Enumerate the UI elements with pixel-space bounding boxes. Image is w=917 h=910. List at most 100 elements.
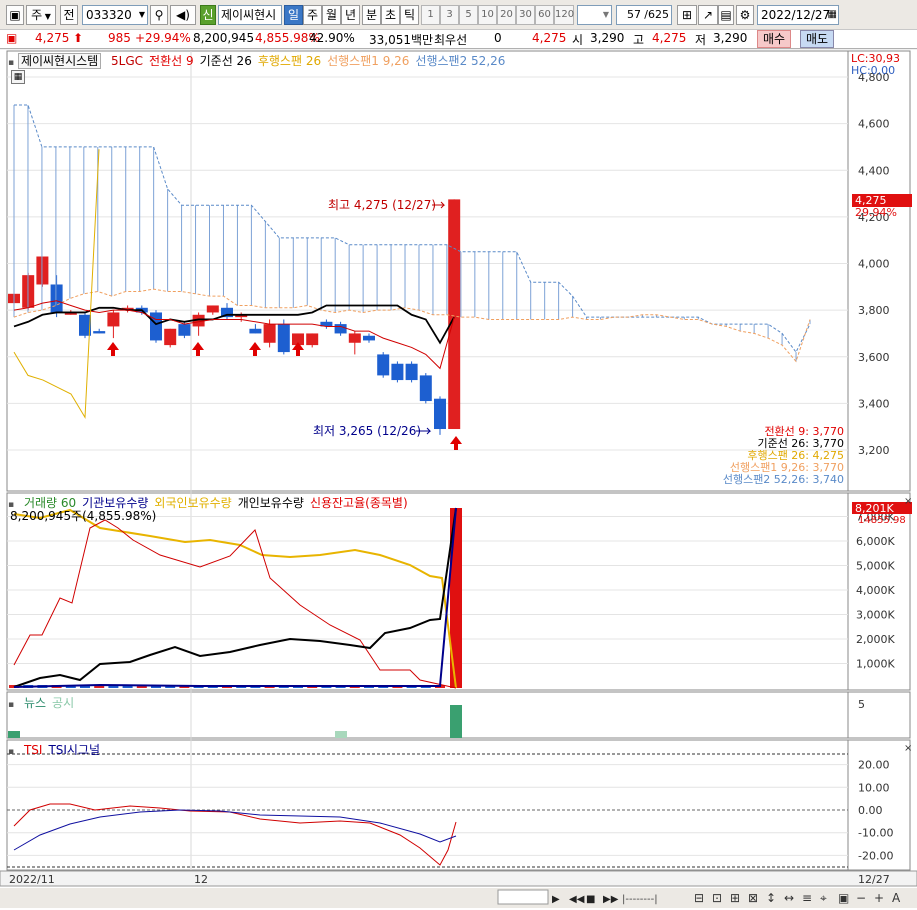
- bottom-bar: 2022/11 12 12/27 ▶ ◀◀ ■ ▶▶ |--------| ⊟ ⊡ ⊞ ⊠ ↕ ↔ ≡ ⌖ ▣ −…: [0, 870, 917, 908]
- x-axis-label: 12/27: [858, 873, 890, 886]
- price-legend-item[interactable]: 5LGC: [111, 54, 143, 68]
- last-pct-text: 29.94%: [855, 206, 897, 219]
- stock-legend[interactable]: 제이씨현시스템: [17, 53, 102, 69]
- custom-interval-input[interactable]: ▼: [577, 5, 612, 25]
- speaker-icon[interactable]: ◀): [170, 5, 196, 25]
- x-axis-label: 2022/11: [9, 873, 55, 886]
- news-legend-item[interactable]: 뉴스: [24, 696, 46, 710]
- period-month[interactable]: 월: [322, 5, 341, 25]
- candle-body: [263, 324, 276, 343]
- scroll-toolbar: [0, 888, 917, 908]
- news-legend-item[interactable]: 공시: [52, 696, 74, 710]
- stock-code-input[interactable]: 033320 ▼: [82, 5, 148, 25]
- period-year[interactable]: 년: [341, 5, 360, 25]
- gear-icon[interactable]: ⚙: [736, 5, 754, 25]
- disclosure-bar: [335, 731, 347, 738]
- chart-tool-icon: +: [874, 891, 884, 905]
- interval-1[interactable]: 1: [421, 5, 440, 25]
- volume-tick-label: 2,000K: [856, 633, 895, 646]
- price-tick-label: 3,400: [858, 397, 890, 410]
- interval-60[interactable]: 60: [535, 5, 554, 25]
- price-tick-label: 3,600: [858, 351, 890, 364]
- date-field[interactable]: 2022/12/27 ▦: [757, 5, 839, 25]
- chart-area[interactable]: 최고 4,275 (12/27)최저 3,265 (12/26) 전환선 9: 3…: [0, 50, 917, 910]
- interval-20[interactable]: 20: [497, 5, 516, 25]
- stock-name-field: 제이씨현시: [218, 5, 282, 25]
- price-legend-item[interactable]: 선행스팬2 52,26: [415, 54, 505, 68]
- price-legend-item[interactable]: 전환선 9: [149, 54, 194, 68]
- candle-body: [377, 354, 390, 376]
- playback-icon: ◀◀: [569, 894, 585, 905]
- interval-30[interactable]: 30: [516, 5, 535, 25]
- save-icon[interactable]: ▤: [718, 5, 734, 25]
- buy-button[interactable]: 매수: [757, 30, 792, 48]
- price-tick-label: 3,200: [858, 444, 890, 457]
- open-label: 시: [572, 33, 584, 47]
- candle-body: [334, 324, 347, 334]
- price-change: 985: [108, 31, 131, 45]
- period-tick[interactable]: 틱: [400, 5, 419, 25]
- volume-legend-item[interactable]: 신용잔고율(종목별): [310, 496, 408, 510]
- table-icon[interactable]: ▦: [11, 70, 25, 84]
- last-volume-pct: 14855.98: [858, 515, 906, 526]
- candle-body: [107, 312, 120, 327]
- candle-body: [178, 324, 191, 336]
- volume-tick-label: 3,000K: [856, 609, 895, 622]
- window-menu-icon[interactable]: ▣: [6, 31, 17, 45]
- interval-3[interactable]: 3: [440, 5, 459, 25]
- volume-legend-item[interactable]: 개인보유수량: [238, 496, 304, 510]
- high-price: 4,275: [652, 31, 687, 45]
- playback-icon: ▶: [552, 894, 560, 905]
- scrollbar-thumb: [497, 889, 549, 905]
- candle-body: [363, 335, 375, 341]
- price-legend-item[interactable]: 선행스팬1 9,26: [327, 54, 409, 68]
- low-annotation: 최저 3,265 (12/26): [313, 424, 421, 438]
- all-button[interactable]: 전: [60, 5, 78, 25]
- low-price: 3,290: [713, 31, 748, 45]
- credit-badge: 신: [200, 5, 216, 25]
- price-legend-item[interactable]: 후행스팬 26: [258, 54, 321, 68]
- tsi-tick-label: -20.00: [858, 849, 893, 862]
- candle-body: [150, 312, 162, 341]
- candle-body: [434, 398, 446, 430]
- period-week[interactable]: 주: [303, 5, 322, 25]
- sell-button[interactable]: 매도: [800, 30, 835, 48]
- window-icon[interactable]: ▣: [6, 5, 24, 25]
- candle-body: [405, 363, 418, 381]
- period-minute[interactable]: 분: [362, 5, 381, 25]
- candle-body: [448, 199, 461, 430]
- interval-5[interactable]: 5: [459, 5, 478, 25]
- chart-tool-icon: −: [856, 891, 866, 905]
- candle-body: [206, 305, 219, 313]
- period-second[interactable]: 초: [381, 5, 400, 25]
- trend-icon[interactable]: ↗: [698, 5, 718, 25]
- indicator-value: 선행스팬2 52,26: 3,740: [723, 473, 844, 486]
- market-select[interactable]: 주 ▼: [26, 5, 56, 25]
- volume-tick-label: 1,000K: [856, 658, 895, 671]
- tsi-legend-item[interactable]: TSI: [24, 743, 43, 757]
- quote-price: 4,275: [532, 31, 567, 45]
- candle-body: [93, 331, 106, 334]
- price-legend: ▪ 제이씨현시스템 5LGC 전환선 9 기준선 26 후행스팬 26 선행스팬1 9,…: [8, 52, 505, 69]
- price-tick-label: 3,800: [858, 304, 890, 317]
- tsi-tick-label: -10.00: [858, 827, 893, 840]
- count-field[interactable]: 57 /625: [616, 5, 672, 25]
- volume-legend-item[interactable]: 외국인보유수량: [154, 496, 231, 510]
- tsi-legend: ▪ TSI TSI시그널: [8, 741, 100, 758]
- period-day[interactable]: 일: [284, 5, 303, 25]
- tsi-toggle-icon[interactable]: ▪: [8, 747, 14, 757]
- volume: 8,200,945: [193, 31, 255, 45]
- trade-amount: 33,051백만: [369, 33, 434, 47]
- indicator-icon[interactable]: ⊞: [677, 5, 697, 25]
- chart-tool-icon: ⊟: [694, 891, 704, 905]
- chart-tool-icon: ↔: [784, 891, 794, 905]
- last-volume-text: 8,201K: [855, 502, 894, 515]
- interval-10[interactable]: 10: [478, 5, 497, 25]
- tsi-legend-item[interactable]: TSI시그널: [48, 743, 100, 757]
- search-icon[interactable]: ⚲: [150, 5, 168, 25]
- legend-toggle-icon[interactable]: ▪: [8, 58, 14, 68]
- news-toggle-icon[interactable]: ▪: [8, 700, 14, 710]
- toolbar: ▣ 주 ▼ 전 033320 ▼ ⚲ ◀) 신 제이씨현시 일 주 월 년 분 초…: [0, 0, 917, 30]
- price-legend-item[interactable]: 기준선 26: [200, 54, 252, 68]
- interval-120[interactable]: 120: [554, 5, 574, 25]
